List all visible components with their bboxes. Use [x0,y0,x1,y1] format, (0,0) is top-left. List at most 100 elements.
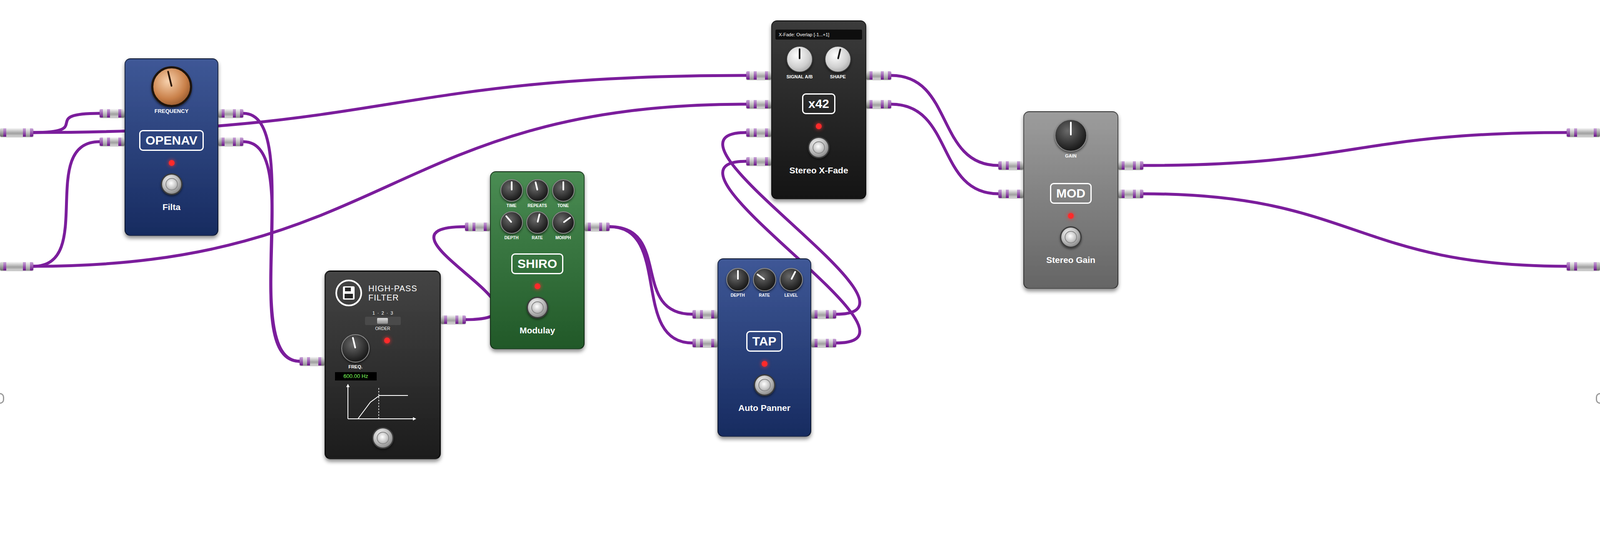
knob[interactable] [341,334,370,363]
input-jack[interactable] [465,222,490,231]
cable[interactable] [33,113,100,133]
knob-label: LEVEL [784,292,798,299]
title: HIGH-PASSFILTER [368,283,418,303]
knob-control: MORPH [550,211,577,241]
output-jack[interactable] [440,315,466,324]
cable[interactable] [891,104,999,194]
footswitch[interactable] [160,173,183,195]
order-separator: · [377,310,380,316]
knob-pointer [837,48,842,60]
knob[interactable] [552,179,575,202]
output-jack[interactable] [866,71,892,80]
knob[interactable] [526,179,549,202]
input-jack[interactable] [998,161,1024,170]
input-jack[interactable] [746,128,772,137]
input-jack[interactable] [746,100,772,109]
footswitch[interactable] [1060,226,1082,248]
input-jack[interactable] [99,137,125,146]
knob-row: TIMEREPEATSTONE [498,179,577,209]
order-separator: · [386,310,389,316]
knob[interactable] [552,211,575,234]
status-led [168,160,175,166]
input-jack[interactable] [692,310,718,319]
pedal[interactable]: X-Fade: Overlap [-1...+1]SIGNAL A/BSHAPE… [771,20,867,200]
knob-label: FREQUENCY [154,108,189,115]
knob-control: FREQUENCY [144,66,199,115]
knob-label: RATE [531,235,543,241]
footswitch[interactable] [526,296,549,319]
pedal[interactable]: FREQUENCYOPENAVFilta [124,58,219,236]
knob-label: MORPH [555,235,571,241]
output-jack[interactable] [811,310,837,319]
cable[interactable] [609,226,693,315]
input-jack[interactable] [99,109,125,118]
order-option-label: 1 [372,310,375,316]
cable[interactable] [243,141,300,362]
output-jack[interactable] [1118,189,1144,198]
order-track[interactable] [365,316,401,325]
cable[interactable] [243,113,300,362]
knob-pointer [1070,121,1072,136]
knob[interactable] [500,179,523,202]
pedal[interactable]: GAINMODStereo Gain [1023,111,1119,289]
order-slot[interactable] [365,317,378,325]
output-jack[interactable] [866,100,892,109]
pedal[interactable]: HIGH-PASSFILTER1·2·3ORDERFREQ.600.00 Hz [324,270,441,460]
cable[interactable] [433,226,498,320]
knob[interactable] [824,45,852,73]
input-jack[interactable] [746,157,772,166]
knob[interactable] [1054,119,1088,152]
order-slot[interactable] [377,317,389,325]
midi-input-port[interactable] [0,392,5,404]
pedal[interactable]: DEPTHRATELEVELTAPAuto Panner [717,258,812,437]
order-slot[interactable] [388,317,400,325]
output-jack[interactable] [218,109,244,118]
pedalboard: FREQUENCYOPENAVFilta HIGH-PASSFILTER 1·2·3… [0,0,1600,533]
midi-output-port[interactable] [1595,392,1600,404]
knob-pointer [351,336,356,349]
knob[interactable] [726,267,750,292]
output-jack[interactable] [1118,161,1144,170]
system-output-jack[interactable] [1566,128,1600,137]
status-led [534,283,541,290]
system-input-jack[interactable] [0,128,34,137]
input-jack[interactable] [299,357,325,366]
brand-badge: SHIRO [511,253,564,275]
pedal-name: Stereo Gain [1046,254,1096,266]
knob[interactable] [526,211,549,234]
cable[interactable] [1143,193,1567,267]
order-thumb[interactable] [377,317,388,324]
input-jack[interactable] [692,338,718,348]
knob[interactable] [786,45,813,73]
knob-label: SHAPE [830,73,846,80]
knob-control: TONE [550,179,577,209]
knob[interactable] [500,211,523,234]
cable[interactable] [1143,132,1567,166]
pedal[interactable]: TIMEREPEATSTONEDEPTHRATEMORPHSHIROModula… [490,171,585,350]
knob[interactable] [779,267,803,292]
input-jack[interactable] [998,189,1024,198]
order-options: 1·2·3 [372,310,394,316]
knob-pointer [562,181,565,191]
system-output-jack[interactable] [1566,262,1600,271]
title-line: HIGH-PASS [368,283,418,293]
cable[interactable] [33,141,100,267]
pedal-name: Filta [162,201,181,213]
brand-badge: MOD [1050,182,1092,204]
brand-badge: x42 [802,93,836,115]
footswitch[interactable] [753,374,776,396]
output-jack[interactable] [811,338,837,348]
output-jack[interactable] [218,137,244,146]
output-jack[interactable] [584,222,610,231]
knob-pointer [510,181,513,191]
footswitch[interactable] [372,427,394,449]
control-row: FREQ. [335,334,431,370]
footswitch[interactable] [807,136,830,159]
input-jack[interactable] [746,71,772,80]
order-switch: 1·2·3ORDER [365,310,401,332]
cable[interactable] [609,226,693,343]
knob[interactable] [752,267,777,292]
system-input-jack[interactable] [0,262,34,271]
knob-label: TONE [557,202,570,209]
knob[interactable] [151,66,193,108]
